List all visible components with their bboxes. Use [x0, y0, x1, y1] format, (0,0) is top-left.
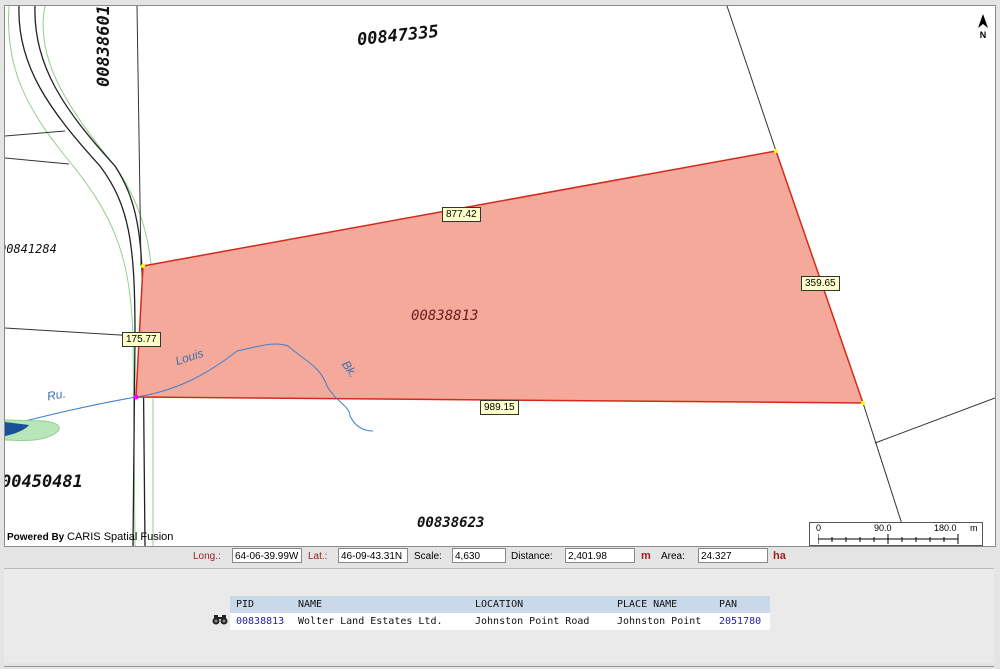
dimension-west-edge: 175.77 [122, 332, 161, 347]
longitude-label: Long.: [193, 551, 221, 562]
binoculars-icon[interactable] [210, 613, 230, 630]
scale-field[interactable]: 4,630 [452, 548, 506, 563]
latitude-field[interactable]: 46-09-43.31N [338, 548, 408, 563]
cell-location: Johnston Point Road [469, 613, 611, 630]
cell-place-name: Johnston Point [611, 613, 713, 630]
area-field[interactable]: 24.327 [698, 548, 768, 563]
parcel-vertex [861, 401, 865, 405]
road-line-east [34, 6, 146, 546]
status-bar: Long.: 64-06-39.99W Lat.: 46-09-43.31N S… [4, 547, 994, 567]
scale-bar: 0 90.0 180.0 m [809, 522, 983, 546]
results-panel: PID NAME LOCATION PLACE NAME PAN 0083881… [4, 568, 994, 667]
column-header-pid: PID [230, 596, 292, 613]
latitude-label: Lat.: [308, 551, 328, 562]
property-line [5, 157, 70, 165]
distance-field[interactable]: 2,401.98 [565, 548, 635, 563]
cell-pid-link[interactable]: 00838813 [230, 613, 292, 630]
roadside-outline-west [8, 6, 136, 546]
map-canvas[interactable] [5, 6, 995, 546]
scale-label: Scale: [414, 551, 442, 562]
scale-unit: m [970, 523, 978, 533]
scale-tick-label: 0 [816, 523, 822, 533]
property-line [5, 130, 66, 137]
column-header-place-name: PLACE NAME [611, 596, 713, 613]
pid-label-southwest: 00450481 [4, 472, 83, 492]
column-header-name: NAME [292, 596, 469, 613]
header-spacer [210, 596, 230, 613]
dimension-south-edge: 989.15 [480, 400, 519, 415]
roadside-outline-east [42, 6, 154, 546]
scale-bar-graphic [818, 534, 959, 544]
powered-by-brand: CARIS Spatial Fusion [67, 531, 174, 543]
dimension-east-edge: 359.65 [801, 276, 840, 291]
selected-parcel-polygon[interactable] [135, 150, 865, 404]
results-table: PID NAME LOCATION PLACE NAME PAN 0083881… [210, 596, 770, 630]
dimension-north-edge: 877.42 [442, 207, 481, 222]
parcel-vertex [774, 149, 778, 153]
area-unit: ha [773, 550, 786, 562]
distance-label: Distance: [511, 551, 553, 562]
pid-label-selected-parcel: 00838813 [411, 308, 479, 324]
scale-tick-label: 90.0 [874, 523, 892, 533]
column-header-location: LOCATION [469, 596, 611, 613]
longitude-field[interactable]: 64-06-39.99W [232, 548, 302, 563]
property-line [726, 6, 777, 152]
panel-divider [4, 666, 994, 667]
pid-label-south: 00838623 [417, 515, 485, 531]
powered-by-caption: Powered By CARIS Spatial Fusion [7, 531, 173, 543]
cell-pan-link[interactable]: 2051780 [713, 613, 770, 630]
north-arrow: N [975, 14, 991, 40]
north-arrow-icon [978, 14, 988, 28]
property-line [5, 327, 138, 337]
map-view[interactable]: 00847335 00838601 00841284 00450481 0083… [4, 5, 996, 547]
property-line [874, 397, 995, 444]
powered-by-prefix: Powered By [7, 532, 65, 543]
column-header-pan: PAN [713, 596, 770, 613]
pid-label-northwest: 00838601 [93, 5, 114, 87]
table-row: 00838813 Wolter Land Estates Ltd. Johnst… [210, 613, 770, 630]
pid-label-west: 00841284 [4, 242, 57, 256]
parcel-vertex-selected [133, 394, 139, 400]
north-letter: N [979, 30, 987, 40]
parcel-vertex [141, 264, 145, 268]
binoculars-icon-graphic [212, 615, 228, 625]
area-label: Area: [661, 551, 685, 562]
road-line-west [18, 6, 136, 546]
distance-unit: m [641, 550, 651, 562]
cell-name: Wolter Land Estates Ltd. [292, 613, 469, 630]
results-header-row: PID NAME LOCATION PLACE NAME PAN [210, 596, 770, 613]
scale-tick-label: 180.0 [934, 523, 957, 533]
